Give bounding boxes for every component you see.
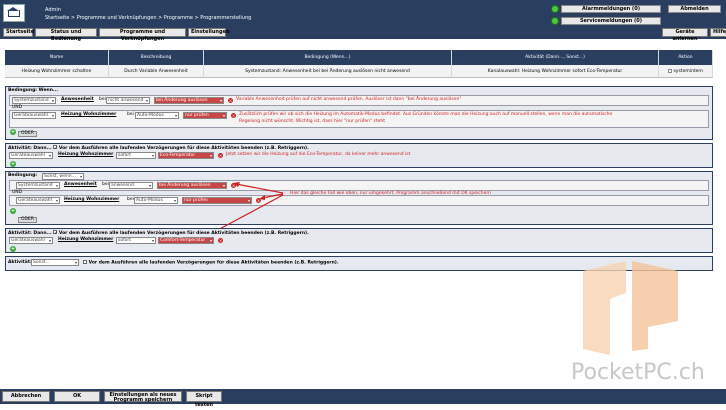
retrigger-checkbox-2[interactable]: ✓	[53, 230, 58, 235]
activity-2-timing-select[interactable]: sofort	[116, 237, 156, 244]
bottom-bar: Abbrechen OK Einstellungen als neues Pro…	[0, 389, 726, 408]
activity-2-value-select[interactable]: Comfort-Temperatur	[158, 237, 214, 244]
cancel-button[interactable]: Abbrechen	[2, 391, 50, 402]
activity-else-title: Aktivität:	[8, 260, 32, 265]
retrigger-label-2: Vor dem Ausführen alle laufenden Verzöge…	[58, 231, 309, 236]
add-activity-icon[interactable]: +	[10, 246, 16, 252]
save-as-new-program-button[interactable]: Einstellungen als neues Programm speiche…	[104, 391, 182, 402]
ok-button[interactable]: OK	[54, 391, 100, 402]
activity-then-header-2: Aktivität: Dann... ✓ Vor dem Ausführen a…	[6, 229, 712, 236]
retrigger-checkbox-3[interactable]	[83, 260, 87, 264]
activity-else-mode-select[interactable]: Sonst...	[31, 259, 79, 266]
activity-2-object-link[interactable]: Heizung Wohnzimmer	[58, 237, 113, 243]
test-script-button[interactable]: Skript testen	[186, 391, 222, 408]
delete-activity-icon[interactable]: ×	[218, 238, 223, 243]
activity-2-type-select[interactable]: Geräteauswahl	[9, 237, 53, 244]
watermark-text: PocketPC.ch	[571, 360, 705, 385]
retrigger-label-3: Vor dem Ausführen alle laufenden Verzöge…	[88, 260, 339, 266]
watermark-logo-icon	[583, 261, 678, 355]
activity-then-block-2: Aktivität: Dann... ✓ Vor dem Ausführen a…	[5, 228, 713, 253]
save-button-line2: Programm speichern	[113, 396, 173, 403]
activity-then-title-2: Aktivität: Dann...	[8, 231, 52, 236]
activity-else-check-row: Vor dem Ausführen alle laufenden Verzöge…	[83, 260, 339, 267]
